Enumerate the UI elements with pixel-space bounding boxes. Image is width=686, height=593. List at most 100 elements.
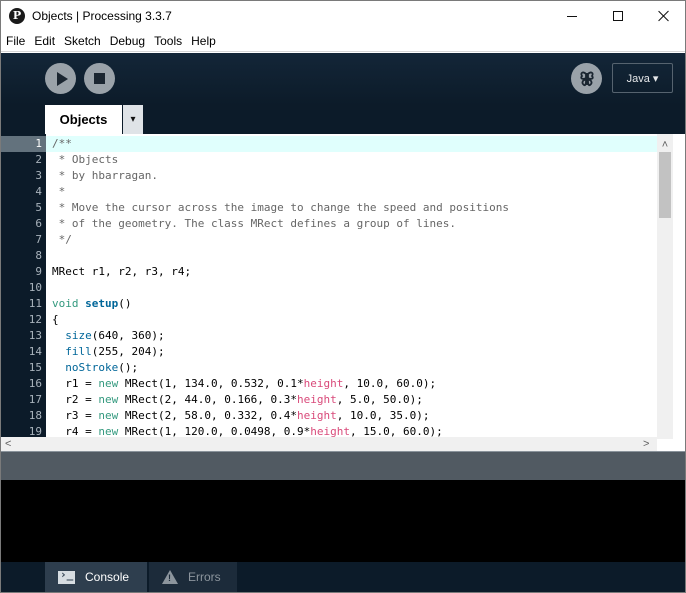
close-icon	[658, 10, 670, 22]
sketch-tabs: Objects ▾	[1, 105, 685, 134]
code-line: * by hbarragan.	[52, 168, 158, 184]
run-button[interactable]	[45, 63, 76, 94]
code-editor[interactable]: 1 2 3 4 5 6 7 8 9 10 11 12 13 14 15 16 17 18 19 /** * Obje…	[1, 134, 673, 439]
window-title: Objects | Processing 3.3.7	[32, 9, 172, 23]
title-bar: P Objects | Processing 3.3.7	[1, 1, 685, 32]
line-number: 1	[35, 137, 42, 150]
tab-objects[interactable]: Objects	[45, 105, 122, 134]
menu-debug[interactable]: Debug	[105, 32, 149, 52]
code-line: * Move the cursor across the image to ch…	[52, 200, 509, 216]
maximize-button[interactable]	[595, 1, 641, 31]
menu-tools[interactable]: Tools	[149, 32, 186, 52]
horizontal-scrollbar[interactable]: < >	[1, 437, 657, 451]
line-number: 3	[35, 169, 42, 182]
mode-selector[interactable]: Java ▾	[612, 63, 673, 93]
code-token: noStroke	[65, 361, 119, 374]
code-token: * by hbarragan.	[52, 169, 158, 182]
vertical-scroll-thumb[interactable]	[659, 152, 671, 218]
code-line: {	[52, 312, 59, 328]
code-token: new	[98, 377, 119, 390]
code-line: MRect r1, r2, r3, r4;	[52, 264, 191, 280]
message-area	[1, 451, 685, 480]
stop-button[interactable]	[84, 63, 115, 94]
console-output[interactable]	[1, 480, 685, 562]
code-line: * of the geometry. The class MRect defin…	[52, 216, 456, 232]
code-token: r1 =	[52, 377, 99, 390]
tab-console[interactable]: Console	[45, 562, 147, 592]
code-token: {	[52, 313, 59, 326]
line-number: 5	[35, 201, 42, 214]
footer-bar: Console Errors	[1, 562, 685, 592]
warning-icon	[162, 570, 178, 584]
code-token: void	[52, 297, 79, 310]
scroll-right-icon[interactable]: >	[643, 437, 649, 451]
menu-file[interactable]: File	[1, 32, 29, 52]
code-token: */	[52, 233, 72, 246]
line-number: 15	[28, 361, 42, 374]
line-number: 17	[28, 393, 42, 406]
line-number: 8	[35, 249, 42, 262]
code-token: fill	[65, 345, 92, 358]
close-button[interactable]	[641, 1, 685, 31]
code-token: MRect(2, 58.0, 0.332, 0.4*	[118, 409, 298, 422]
console-icon	[58, 568, 75, 584]
tab-errors[interactable]: Errors	[149, 562, 237, 592]
code-line: r1 = new MRect(1, 134.0, 0.532, 0.1*heig…	[52, 376, 436, 392]
line-number: 6	[35, 217, 42, 230]
code-token: setup	[85, 297, 119, 310]
line-number: 14	[28, 345, 42, 358]
code-token: * of the geometry. The class MRect defin…	[52, 217, 456, 230]
code-line: fill(255, 204);	[52, 344, 165, 360]
current-line-highlight	[46, 136, 673, 152]
line-number: 7	[35, 233, 42, 246]
line-number: 11	[28, 297, 42, 310]
errors-tab-label: Errors	[188, 570, 221, 584]
line-number: 12	[28, 313, 42, 326]
code-token: r3 =	[52, 409, 99, 422]
minimize-icon	[567, 15, 577, 17]
code-token: height	[297, 409, 337, 422]
tab-menu-button[interactable]: ▾	[123, 105, 143, 134]
line-number: 18	[28, 409, 42, 422]
code-token: ()	[118, 297, 132, 310]
code-line: size(640, 360);	[52, 328, 165, 344]
code-token: MRect(1, 134.0, 0.532, 0.1*	[118, 377, 304, 390]
menu-edit[interactable]: Edit	[29, 32, 59, 52]
scroll-up-icon[interactable]: ˄	[657, 138, 673, 151]
code-token: MRect r1, r2, r3, r4;	[52, 265, 192, 278]
code-token: size	[65, 329, 92, 342]
code-line: r3 = new MRect(2, 58.0, 0.332, 0.4*heigh…	[52, 408, 430, 424]
minimize-button[interactable]	[549, 1, 595, 31]
code-token: MRect(2, 44.0, 0.166, 0.3*	[118, 393, 298, 406]
scroll-left-icon[interactable]: <	[5, 437, 11, 451]
code-line: noStroke();	[52, 360, 138, 376]
debugger-button[interactable]	[571, 63, 602, 94]
code-line: /**	[52, 136, 72, 152]
line-number: 2	[35, 153, 42, 166]
toolbar: Java ▾	[1, 53, 685, 105]
processing-logo-icon: P	[9, 8, 25, 24]
code-token: /**	[52, 137, 72, 150]
vertical-scrollbar[interactable]: ˄	[657, 134, 673, 439]
processing-window: P Objects | Processing 3.3.7 File Edit S…	[0, 0, 686, 593]
play-icon	[56, 71, 68, 86]
code-token: , 10.0, 35.0);	[336, 409, 430, 422]
menu-sketch[interactable]: Sketch	[59, 32, 105, 52]
menu-bar: File Edit Sketch Debug Tools Help	[1, 32, 685, 52]
line-number: 10	[28, 281, 42, 294]
code-line: * Objects	[52, 152, 119, 168]
code-token: height	[297, 393, 337, 406]
code-token: new	[98, 393, 119, 406]
code-token: * Objects	[52, 153, 119, 166]
code-token: (640, 360);	[91, 329, 165, 342]
code-token: ();	[118, 361, 139, 374]
console-tab-label: Console	[85, 570, 130, 584]
line-number: 13	[28, 329, 42, 342]
line-number-gutter: 1 2 3 4 5 6 7 8 9 10 11 12 13 14 15 16 17 18 19	[1, 134, 46, 439]
code-token: (255, 204);	[91, 345, 165, 358]
line-number: 9	[35, 265, 42, 278]
menu-help[interactable]: Help	[186, 32, 220, 52]
